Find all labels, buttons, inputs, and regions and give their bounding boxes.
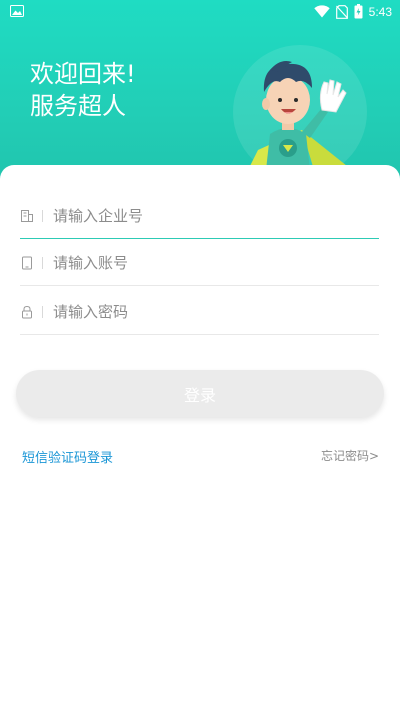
field-divider [42, 305, 43, 318]
sms-login-link[interactable]: 短信验证码登录 [22, 447, 113, 466]
wifi-icon [313, 5, 330, 18]
welcome-line-1: 欢迎回来! [30, 60, 136, 88]
forgot-password-link[interactable]: 忘记密码> [321, 447, 379, 464]
field-divider [42, 256, 43, 269]
login-button[interactable]: 登录 [16, 370, 384, 417]
field-divider [42, 209, 43, 222]
superhero-mascot-icon [248, 61, 352, 170]
account-input[interactable] [53, 253, 353, 272]
phone-icon [22, 256, 32, 269]
welcome-line-2: 服务超人 [30, 92, 126, 120]
password-input[interactable] [53, 302, 353, 321]
company-input[interactable] [53, 206, 353, 225]
no-sim-icon [335, 4, 348, 19]
battery-charging-icon [354, 4, 363, 19]
welcome-heading: 欢迎回来! 服务超人 [30, 58, 136, 122]
account-field[interactable] [20, 240, 379, 286]
building-icon [21, 209, 33, 222]
password-field[interactable] [20, 289, 379, 335]
company-field[interactable] [20, 193, 379, 239]
status-time: 5:43 [368, 4, 392, 19]
lock-icon [22, 305, 32, 318]
status-bar: 5:43 [0, 0, 400, 24]
image-icon [10, 5, 24, 17]
